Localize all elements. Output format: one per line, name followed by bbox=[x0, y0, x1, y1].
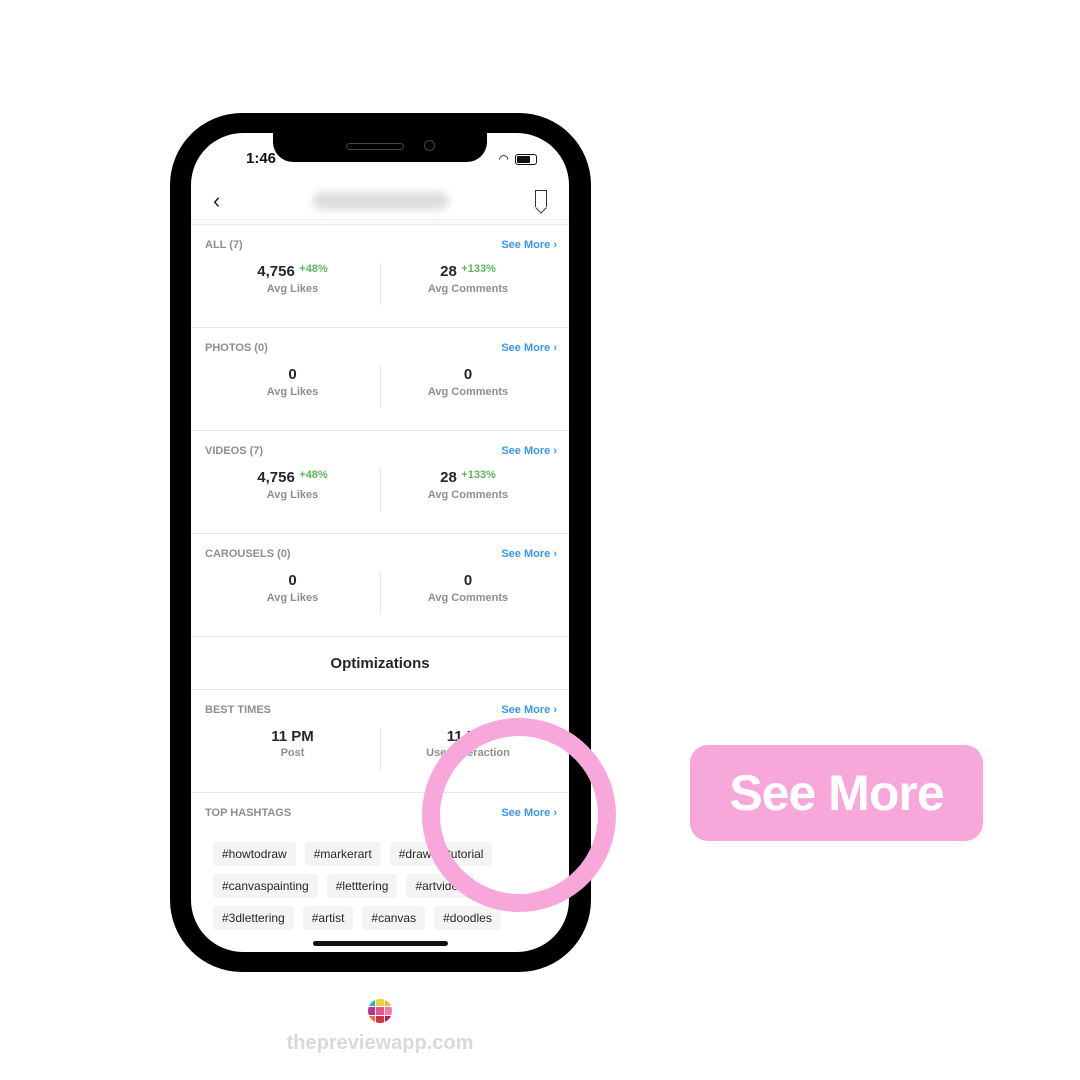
stat-value: 0 bbox=[463, 572, 473, 589]
app-logo bbox=[368, 999, 392, 1023]
logo-cell bbox=[384, 1007, 392, 1015]
wifi-icon: ◠ bbox=[498, 152, 509, 166]
camera bbox=[424, 140, 435, 151]
section-label: ALL (7) bbox=[205, 239, 243, 251]
highlight-circle bbox=[422, 718, 616, 912]
stat-change: +133% bbox=[461, 469, 496, 481]
section-label: PHOTOS (0) bbox=[205, 342, 268, 354]
stat-right: 28 +133% Avg Comments bbox=[380, 469, 555, 511]
blurred-username bbox=[313, 192, 449, 210]
hashtag-chip[interactable]: #canvas bbox=[362, 906, 426, 930]
section-label: BEST TIMES bbox=[205, 704, 272, 716]
stat-label: Avg Comments bbox=[427, 592, 509, 604]
stat-change: +133% bbox=[461, 263, 496, 275]
speaker bbox=[346, 143, 404, 150]
logo-cell bbox=[384, 1015, 392, 1023]
stat-left: 4,756 +48% Avg Likes bbox=[205, 469, 380, 501]
header: ‹ bbox=[191, 183, 569, 219]
post-label: Post bbox=[280, 747, 305, 759]
logo-cell bbox=[376, 1015, 384, 1023]
stat-value: 28 bbox=[440, 469, 457, 486]
stat-right: 0 Avg Comments bbox=[380, 572, 555, 614]
stat-label: Avg Likes bbox=[266, 592, 319, 604]
stat-value: 0 bbox=[288, 366, 297, 383]
hashtag-chip[interactable]: #artist bbox=[302, 906, 354, 930]
post-time: 11 PM bbox=[271, 728, 314, 745]
stat-left: 4,756 +48% Avg Likes bbox=[205, 263, 380, 295]
stat-label: Avg Likes bbox=[266, 386, 319, 398]
stats-section: VIDEOS (7) See More › 4,756 +48% Avg Likes 2… bbox=[191, 431, 569, 534]
logo-cell bbox=[368, 999, 376, 1007]
see-more-callout: See More bbox=[690, 745, 983, 841]
see-more-link[interactable]: See More › bbox=[501, 548, 557, 560]
home-indicator bbox=[313, 941, 448, 946]
status-time: 1:46 bbox=[246, 150, 277, 167]
stat-left: 0 Avg Likes bbox=[205, 572, 380, 604]
stat-right: 28 +133% Avg Comments bbox=[380, 263, 555, 305]
logo-cell bbox=[368, 1015, 376, 1023]
logo-cell bbox=[376, 999, 384, 1007]
logo-cell bbox=[376, 1007, 384, 1015]
section-label: CAROUSELS (0) bbox=[205, 548, 291, 560]
stat-label: Avg Likes bbox=[266, 489, 319, 501]
notch bbox=[273, 133, 487, 162]
stat-value: 0 bbox=[463, 366, 473, 383]
hashtag-chip[interactable]: #howtodraw bbox=[213, 842, 296, 866]
stat-label: Avg Comments bbox=[427, 489, 509, 501]
section-label: TOP HASHTAGS bbox=[205, 807, 292, 819]
hashtag-chip[interactable]: #3dlettering bbox=[213, 906, 294, 930]
stats-section: CAROUSELS (0) See More › 0 Avg Likes 0 Avg … bbox=[191, 534, 569, 637]
hashtag-chip[interactable]: #letttering bbox=[326, 874, 398, 898]
stat-label: Avg Comments bbox=[427, 386, 509, 398]
hashtag-chip[interactable]: #canvaspainting bbox=[213, 874, 318, 898]
stat-value: 28 bbox=[440, 263, 457, 280]
stats-section: PHOTOS (0) See More › 0 Avg Likes 0 Avg Com… bbox=[191, 328, 569, 431]
see-more-link[interactable]: See More › bbox=[501, 704, 557, 716]
see-more-link[interactable]: See More › bbox=[501, 239, 557, 251]
status-icons: ◠ bbox=[499, 152, 537, 166]
bookmark-icon[interactable] bbox=[535, 190, 547, 207]
hashtag-chip[interactable]: #doodles bbox=[434, 906, 501, 930]
see-more-link[interactable]: See More › bbox=[501, 445, 557, 457]
logo-cell bbox=[368, 1007, 376, 1015]
stat-label: Avg Likes bbox=[266, 283, 319, 295]
section-label: VIDEOS (7) bbox=[205, 445, 264, 457]
stat-change: +48% bbox=[299, 469, 328, 481]
stat-label: Avg Comments bbox=[427, 283, 509, 295]
stat-left: 0 Avg Likes bbox=[205, 366, 380, 398]
hashtag-chip[interactable]: #markerart bbox=[304, 842, 381, 866]
stat-value: 4,756 bbox=[257, 263, 295, 280]
stat-change: +48% bbox=[299, 263, 328, 275]
logo-cell bbox=[384, 999, 392, 1007]
stat-value: 4,756 bbox=[257, 469, 295, 486]
stat-right: 0 Avg Comments bbox=[380, 366, 555, 408]
optimizations-title: Optimizations bbox=[191, 637, 569, 690]
brand-url: thepreviewapp.com bbox=[286, 1032, 474, 1054]
back-chevron-icon[interactable]: ‹ bbox=[213, 188, 220, 214]
see-more-link[interactable]: See More › bbox=[501, 342, 557, 354]
stats-section: ALL (7) See More › 4,756 +48% Avg Likes 28 +… bbox=[191, 225, 569, 328]
battery-icon bbox=[515, 153, 537, 165]
stat-value: 0 bbox=[288, 572, 297, 589]
